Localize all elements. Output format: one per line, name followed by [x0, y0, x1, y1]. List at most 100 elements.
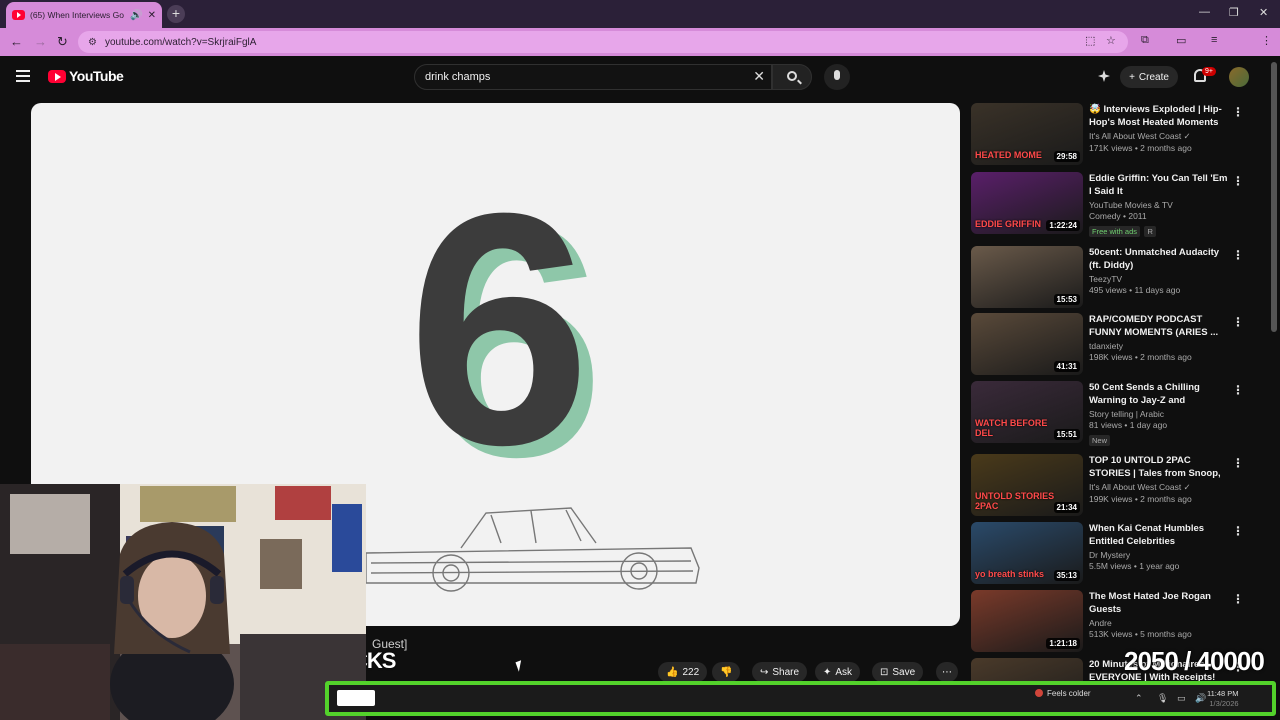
forward-icon[interactable]: →	[34, 34, 47, 49]
reading-list-icon[interactable]: ≡	[1211, 34, 1217, 46]
save-button[interactable]: ⊡ Save	[872, 662, 924, 682]
thumbnail-caption: yo breath stinks	[975, 569, 1045, 579]
chrome-menu-icon[interactable]: ⋮	[1261, 34, 1272, 47]
search-button[interactable]	[772, 64, 812, 90]
recommendation-channel[interactable]: Story telling | Arabic	[1089, 409, 1229, 419]
clock-time: 11:48 PM	[1207, 689, 1239, 698]
video-duration: 35:13	[1053, 570, 1080, 581]
bookmark-star-icon[interactable]: ☆	[1106, 34, 1116, 47]
address-bar[interactable]: ⚙ youtube.com/watch?v=SkrjraiFglA	[78, 31, 1128, 53]
search-input[interactable]	[425, 69, 745, 85]
video-duration: 1:21:18	[1046, 638, 1080, 649]
recommendation-title[interactable]: TOP 10 UNTOLD 2PAC STORIES | Tales from …	[1089, 454, 1229, 480]
network-tray-icon[interactable]: ▭	[1177, 693, 1186, 704]
create-button[interactable]: + Create	[1120, 66, 1178, 88]
more-options-icon[interactable]: ⋮	[1232, 592, 1244, 606]
browser-tab[interactable]: (65) When Interviews Go T 🔊 ✕	[6, 2, 162, 28]
recommendation-channel[interactable]: TeezyTV	[1089, 274, 1229, 284]
address-url: youtube.com/watch?v=SkrjraiFglA	[104, 36, 257, 48]
extensions-icon[interactable]: ⧉	[1141, 34, 1149, 47]
ask-button[interactable]: ✦ Ask	[815, 662, 861, 682]
weather-text: Feels colder	[1047, 689, 1091, 698]
new-tab-button[interactable]: +	[167, 5, 185, 23]
more-options-icon[interactable]: ⋮	[1232, 105, 1244, 119]
recommendation-channel[interactable]: tdanxiety	[1089, 341, 1229, 351]
recommendation-title[interactable]: 50cent: Unmatched Audacity (ft. Diddy)	[1089, 246, 1229, 272]
recommendation-thumbnail[interactable]: 1:21:18	[971, 590, 1083, 652]
recommendation-title[interactable]: The Most Hated Joe Rogan Guests	[1089, 590, 1229, 616]
thumbnail-caption: UNTOLD STORIES 2PAC	[975, 491, 1055, 511]
recommendation-thumbnail[interactable]: 41:31	[971, 313, 1083, 375]
youtube-header: YouTube ✕ +Create 9+	[0, 56, 1280, 98]
more-options-icon[interactable]: ⋮	[1232, 174, 1244, 188]
share-label: Share	[772, 666, 800, 678]
restore-icon[interactable]: ❐	[1229, 6, 1239, 19]
back-icon[interactable]: ←	[10, 34, 23, 49]
more-actions-button[interactable]: ⋯	[936, 662, 958, 682]
dislike-button[interactable]: 👎	[712, 662, 741, 682]
share-button[interactable]: ↪ Share	[752, 662, 808, 682]
save-icon: ⊡	[880, 666, 889, 678]
tray-chevron-icon[interactable]: ⌃	[1135, 693, 1143, 704]
ai-sparkle-icon[interactable]	[1098, 70, 1110, 82]
like-button[interactable]: 👍 222	[658, 662, 708, 682]
taskbar-clock[interactable]: 11:48 PM 1/3/2026	[1207, 689, 1239, 709]
more-options-icon[interactable]: ⋮	[1232, 456, 1244, 470]
thumbs-up-icon: 👍	[666, 666, 679, 678]
minimize-icon[interactable]: —	[1199, 6, 1210, 18]
search-box[interactable]: ✕	[414, 64, 772, 90]
recommendation-channel[interactable]: Dr Mystery	[1089, 550, 1229, 560]
recommendation-thumbnail[interactable]: HEATED MOME 29:58	[971, 103, 1083, 165]
recommendation-stats: 5.5M views • 1 year ago	[1089, 561, 1180, 571]
ask-sparkle-icon: ✦	[823, 666, 832, 678]
recommendation-channel[interactable]: It's All About West Coast ✓	[1089, 482, 1229, 493]
volume-tray-icon[interactable]: 🔊	[1195, 693, 1206, 704]
recommendation-stats: 171K views • 2 months ago	[1089, 143, 1192, 153]
recommendation-title[interactable]: 🤯 Interviews Exploded | Hip-Hop's Most H…	[1089, 103, 1229, 129]
recommendation-channel[interactable]: YouTube Movies & TV	[1089, 200, 1229, 210]
weather-icon	[1035, 689, 1043, 697]
like-count: 222	[682, 666, 700, 678]
recommendation-thumbnail[interactable]	[971, 658, 1083, 681]
video-duration: 15:51	[1053, 429, 1080, 440]
recommendation-stats: 495 views • 11 days ago	[1089, 285, 1181, 295]
page-scrollbar[interactable]	[1271, 62, 1277, 332]
recommendation-thumbnail[interactable]: UNTOLD STORIES 2PAC 21:34	[971, 454, 1083, 516]
recommendation-stats: 81 views • 1 day ago	[1089, 420, 1168, 430]
recommendation-thumbnail[interactable]: WATCH BEFORE DEL 15:51	[971, 381, 1083, 443]
recommendation-title[interactable]: 50 Cent Sends a Chilling Warning to Jay-…	[1089, 381, 1229, 407]
more-options-icon[interactable]: ⋮	[1232, 315, 1244, 329]
recommendation-title[interactable]: RAP/COMEDY PODCAST FUNNY MOMENTS (ARIES …	[1089, 313, 1229, 339]
more-options-icon[interactable]: ⋮	[1232, 248, 1244, 262]
video-duration: 21:34	[1053, 502, 1080, 513]
video-duration: 15:53	[1053, 294, 1080, 305]
webcam-scene	[0, 484, 366, 720]
recommendation-thumbnail[interactable]: yo breath stinks 35:13	[971, 522, 1083, 584]
recommendation-thumbnail[interactable]: 15:53	[971, 246, 1083, 308]
sidebar-icon[interactable]: ▭	[1176, 34, 1186, 47]
voice-search-icon[interactable]	[824, 64, 850, 90]
stream-goal-counter: 2050 / 40000	[1124, 646, 1265, 676]
more-options-icon[interactable]: ⋮	[1232, 383, 1244, 397]
site-info-icon[interactable]: ⚙	[88, 37, 97, 48]
youtube-logo[interactable]: YouTube	[48, 68, 124, 84]
recommendation-thumbnail[interactable]: EDDIE GRIFFIN 1:22:24	[971, 172, 1083, 234]
account-avatar[interactable]	[1229, 67, 1249, 87]
close-tab-icon[interactable]: ✕	[148, 10, 156, 21]
close-window-icon[interactable]: ✕	[1259, 6, 1268, 19]
microphone-tray-icon[interactable]: 🎙	[1157, 693, 1168, 704]
speaker-icon[interactable]: 🔊	[130, 10, 142, 21]
recommendations-list: HEATED MOME 29:58 🤯 Interviews Exploded | …	[970, 103, 1260, 681]
install-icon[interactable]: ⬚	[1085, 34, 1095, 47]
hamburger-menu-icon[interactable]	[16, 70, 30, 82]
clock-date: 1/3/2026	[1209, 699, 1239, 708]
clear-search-icon[interactable]: ✕	[753, 68, 765, 85]
recommendation-title[interactable]: When Kai Cenat Humbles Entitled Celebrit…	[1089, 522, 1229, 548]
more-options-icon[interactable]: ⋮	[1232, 524, 1244, 538]
recommendation-title[interactable]: Eddie Griffin: You Can Tell 'Em I Said I…	[1089, 172, 1229, 198]
reload-icon[interactable]: ↻	[57, 34, 68, 50]
thumbnail-caption: EDDIE GRIFFIN	[975, 219, 1042, 229]
recommendation-channel[interactable]: Andre	[1089, 618, 1229, 628]
car-sketch	[365, 507, 700, 592]
recommendation-channel[interactable]: It's All About West Coast ✓	[1089, 131, 1229, 142]
